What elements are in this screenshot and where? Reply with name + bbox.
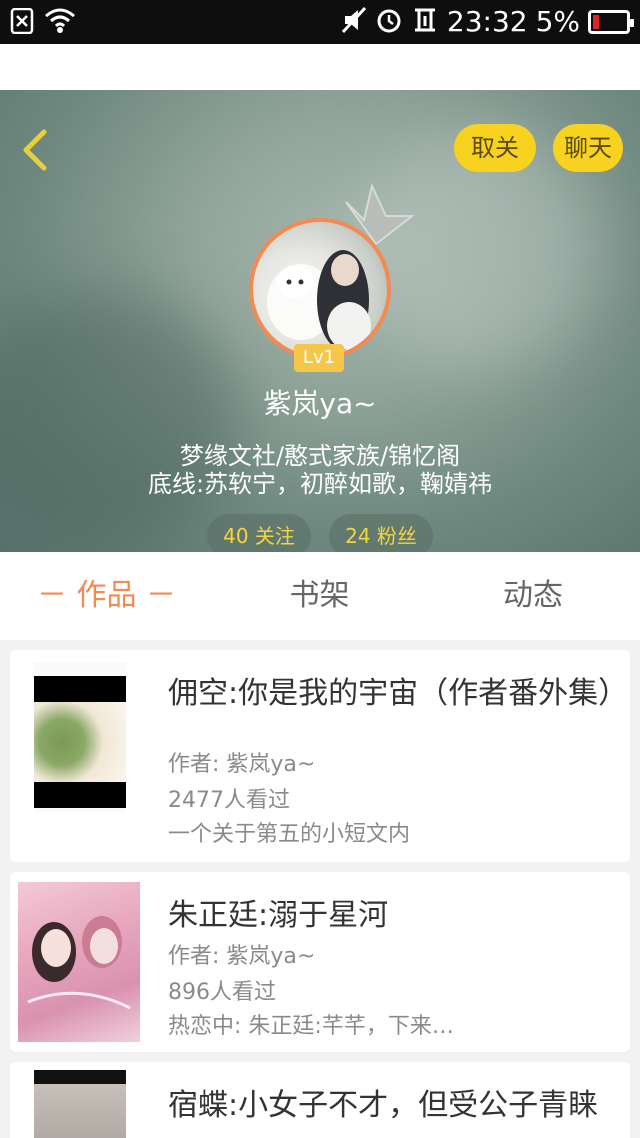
signal-icon [411, 6, 439, 38]
top-strip [0, 44, 640, 90]
book-title: 佣空:你是我的宇宙（作者番外集） [168, 676, 629, 711]
book-views: 896人看过 [168, 980, 276, 1005]
book-description: 热恋中: 朱正廷:芊芊，下来… [168, 1014, 454, 1039]
cover-art [27, 916, 131, 1010]
alarm-icon [375, 6, 403, 38]
avatar-image [267, 250, 371, 350]
book-cover [34, 1070, 126, 1138]
battery-icon [588, 10, 634, 34]
clock-time: 23:32 [446, 5, 528, 38]
list-item[interactable]: 佣空:你是我的宇宙（作者番外集） 作者: 紫岚ya~ 2477人看过 一个关于第… [10, 650, 630, 862]
chat-button[interactable]: 聊天 [553, 124, 623, 172]
profile-tabs: － 作品 － 书架 动态 [0, 552, 640, 640]
following-count-button[interactable]: 40 关注 [207, 514, 311, 552]
battery-percent: 5% [535, 5, 580, 38]
avatar[interactable] [249, 218, 391, 360]
book-cover [34, 662, 126, 812]
book-title: 朱正廷:溺于星河 [168, 898, 389, 933]
mute-icon [341, 6, 367, 38]
status-bar: 23:32 5% [0, 0, 640, 44]
list-item[interactable]: 宿蝶:小女子不才，但受公子青睐 [10, 1062, 630, 1138]
chevron-left-icon [23, 129, 47, 171]
level-badge: Lv1 [294, 344, 344, 372]
book-description: 一个关于第五的小短文内 [168, 822, 411, 847]
back-button[interactable] [16, 128, 56, 172]
tab-activity[interactable]: 动态 [426, 552, 640, 640]
list-item[interactable]: 朱正廷:溺于星河 作者: 紫岚ya~ 896人看过 热恋中: 朱正廷:芊芊，下来… [10, 872, 630, 1052]
book-author: 作者: 紫岚ya~ [168, 944, 316, 969]
profile-header: 取关 聊天 Lv1 紫岚ya~ 梦缘文社/憨式家族/锦忆阁 底线:苏软宁，初醉如… [0, 90, 640, 552]
book-views: 2477人看过 [168, 788, 290, 813]
fans-count-button[interactable]: 24 粉丝 [329, 514, 433, 552]
bio-line-2: 底线:苏软宁，初醉如歌，鞠婧祎 [147, 470, 493, 498]
username: 紫岚ya~ [263, 387, 377, 420]
tab-bookshelf[interactable]: 书架 [213, 552, 426, 640]
book-title: 宿蝶:小女子不才，但受公子青睐 [168, 1088, 599, 1123]
sim-off-icon [10, 7, 34, 38]
book-cover [18, 882, 140, 1042]
wifi-icon [44, 8, 76, 38]
bio-line-1: 梦缘文社/憨式家族/锦忆阁 [179, 442, 461, 470]
tab-works[interactable]: － 作品 － [0, 552, 213, 640]
unfollow-button[interactable]: 取关 [454, 124, 536, 172]
book-author: 作者: 紫岚ya~ [168, 752, 316, 777]
